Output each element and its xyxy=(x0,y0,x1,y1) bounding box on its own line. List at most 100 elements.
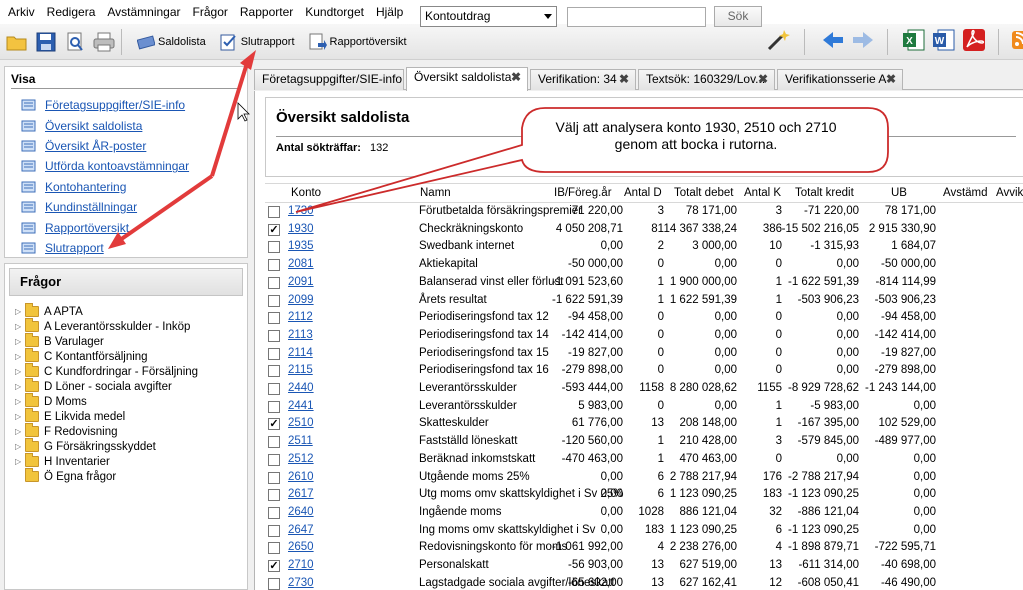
table-row[interactable]: 2091 Balanserad vinst eller förlust -1 091… xyxy=(265,274,1023,292)
tree-item[interactable]: ▷ E Likvida medel xyxy=(5,408,247,424)
column-header[interactable]: Konto xyxy=(291,187,321,199)
menu-item-0[interactable]: Arkiv xyxy=(4,5,43,19)
table-row[interactable]: 2610 Utgående moms 25% 0,00 6 2 788 217,94 17… xyxy=(265,469,1023,487)
tab-oversikt-saldolista[interactable]: Översikt saldolista ✖ xyxy=(406,67,528,91)
row-checkbox[interactable] xyxy=(268,400,280,413)
tab-verifikation[interactable]: Verifikation: 34 ✖ xyxy=(530,69,636,90)
table-row[interactable]: ✓ 2510 Skatteskulder 61 776,00 13 208 148,00 1… xyxy=(265,415,1023,433)
row-checkbox[interactable] xyxy=(268,206,280,218)
column-header[interactable]: IB/Föreg.år xyxy=(554,187,612,199)
pdf-icon[interactable] xyxy=(962,28,986,55)
rapportoversikt-button[interactable]: Rapportöversikt xyxy=(305,29,411,55)
menu-item-3[interactable]: Frågor xyxy=(189,5,236,19)
tree-item[interactable]: ▷ G Försäkringsskyddet xyxy=(5,438,247,454)
cell-konto[interactable]: 2710 xyxy=(288,559,314,571)
table-row[interactable]: 2099 Årets resultat -1 622 591,39 1 1 622 59… xyxy=(265,292,1023,310)
cell-konto[interactable]: 2081 xyxy=(288,258,314,270)
visa-link[interactable]: Översikt saldolista xyxy=(45,119,142,133)
cell-konto[interactable]: 2440 xyxy=(288,382,314,394)
column-header[interactable]: UB xyxy=(891,187,907,199)
table-row[interactable]: 2440 Leverantörsskulder -593 444,00 1158 8 2… xyxy=(265,380,1023,398)
row-checkbox[interactable] xyxy=(268,471,280,484)
row-checkbox[interactable] xyxy=(268,241,280,254)
expand-icon[interactable]: ▷ xyxy=(15,337,25,346)
cell-konto[interactable]: 2115 xyxy=(288,364,313,376)
row-checkbox[interactable] xyxy=(268,294,280,307)
tree-item[interactable]: ▷ D Moms xyxy=(5,393,247,409)
cell-konto[interactable]: 1930 xyxy=(288,223,314,235)
visa-link[interactable]: Rapportöversikt xyxy=(45,221,129,235)
table-row[interactable]: 2112 Periodiseringsfond tax 12 -94 458,00 0… xyxy=(265,309,1023,327)
column-header[interactable]: Avstämd xyxy=(943,187,988,199)
visa-link[interactable]: Utförda kontoavstämningar xyxy=(45,159,189,173)
table-row[interactable]: 2640 Ingående moms 0,00 1028 886 121,04 32 -88… xyxy=(265,504,1023,522)
visa-item-4[interactable]: Kontohantering xyxy=(5,177,247,197)
open-folder-icon[interactable] xyxy=(5,30,29,54)
visa-item-5[interactable]: Kundinställningar xyxy=(5,197,247,217)
row-checkbox[interactable] xyxy=(268,347,280,360)
column-header[interactable]: Namn xyxy=(420,187,451,199)
cell-konto[interactable]: 2114 xyxy=(288,347,313,359)
tree-item[interactable]: ▷ F Redovisning xyxy=(5,423,247,439)
menu-item-6[interactable]: Hjälp xyxy=(372,5,411,19)
visa-item-7[interactable]: Slutrapport xyxy=(5,238,247,258)
table-row[interactable]: 1730 Förutbetalda försäkringspremier 71 22… xyxy=(265,203,1023,221)
row-checkbox[interactable] xyxy=(268,329,280,342)
table-row[interactable]: 2730 Lagstadgade sociala avgifter/löneska… xyxy=(265,575,1023,590)
row-checkbox[interactable] xyxy=(268,524,280,537)
expand-icon[interactable]: ▷ xyxy=(15,412,25,421)
save-icon[interactable] xyxy=(34,30,58,54)
column-header[interactable]: Totalt kredit xyxy=(795,187,854,199)
row-checkbox[interactable] xyxy=(268,383,280,395)
close-icon[interactable]: ✖ xyxy=(886,70,896,89)
cell-konto[interactable]: 2647 xyxy=(288,524,314,536)
column-header[interactable]: Antal D xyxy=(624,187,662,199)
row-checkbox[interactable] xyxy=(268,542,280,555)
cell-konto[interactable]: 2511 xyxy=(288,435,313,447)
row-checkbox[interactable] xyxy=(268,577,280,590)
column-header[interactable]: Antal K xyxy=(744,187,781,199)
menu-item-1[interactable]: Redigera xyxy=(43,5,104,19)
table-row[interactable]: 2617 Utg moms omv skattskyldighet i Sv 25… xyxy=(265,486,1023,504)
cell-konto[interactable]: 2113 xyxy=(288,329,313,341)
cell-konto[interactable]: 2441 xyxy=(288,400,314,412)
row-checkbox[interactable] xyxy=(268,259,280,272)
table-row[interactable]: 2511 Fastställd löneskatt -120 560,00 1 210 … xyxy=(265,433,1023,451)
row-checkbox[interactable]: ✓ xyxy=(268,223,280,236)
table-row[interactable]: ✓ 1930 Checkräkningskonto 4 050 208,71 81 14 … xyxy=(265,221,1023,239)
visa-link[interactable]: Kundinställningar xyxy=(45,200,137,214)
expand-icon[interactable]: ▷ xyxy=(15,427,25,436)
visa-item-1[interactable]: Översikt saldolista xyxy=(5,115,247,135)
table-row[interactable]: ✓ 2710 Personalskatt -56 903,00 13 627 519,00… xyxy=(265,557,1023,575)
tree-item[interactable]: ▷ C Kundfordringar - Försäljning xyxy=(5,363,247,379)
tree-item[interactable]: ▷ C Kontantförsäljning xyxy=(5,348,247,364)
slutrapport-button[interactable]: Slutrapport xyxy=(216,29,299,55)
expand-icon[interactable]: ▷ xyxy=(15,322,25,331)
column-header[interactable]: Totalt debet xyxy=(674,187,733,199)
cell-konto[interactable]: 2112 xyxy=(288,311,313,323)
tab-verifikationsserie[interactable]: Verifikationsserie A ✖ xyxy=(777,69,903,90)
print-preview-icon[interactable] xyxy=(63,30,87,54)
close-icon[interactable]: ✖ xyxy=(511,68,521,87)
report-select[interactable]: Kontoutdrag xyxy=(420,6,557,27)
expand-icon[interactable]: ▷ xyxy=(15,442,25,451)
table-row[interactable]: 2113 Periodiseringsfond tax 14 -142 414,00… xyxy=(265,327,1023,345)
cell-konto[interactable]: 2091 xyxy=(288,276,314,288)
visa-link[interactable]: Företagsuppgifter/SIE-info xyxy=(45,98,185,112)
cell-konto[interactable]: 2512 xyxy=(288,453,314,465)
close-icon[interactable]: ✖ xyxy=(619,70,629,89)
row-checkbox[interactable] xyxy=(268,506,280,519)
cell-konto[interactable]: 2730 xyxy=(288,577,314,589)
menu-item-5[interactable]: Kundtorget xyxy=(301,5,372,19)
menu-item-2[interactable]: Avstämningar xyxy=(103,5,188,19)
table-row[interactable]: 2647 Ing moms omv skattskyldighet i Sv 0,0… xyxy=(265,522,1023,540)
row-checkbox[interactable]: ✓ xyxy=(268,418,280,431)
expand-icon[interactable]: ▷ xyxy=(15,382,25,391)
excel-icon[interactable]: X xyxy=(902,28,926,55)
row-checkbox[interactable] xyxy=(268,312,280,325)
tree-item[interactable]: Ö Egna frågor xyxy=(5,468,247,484)
table-row[interactable]: 1935 Swedbank internet 0,00 2 3 000,00 10 -1 3… xyxy=(265,238,1023,256)
cell-konto[interactable]: 2510 xyxy=(288,417,314,429)
table-row[interactable]: 2441 Leverantörsskulder 5 983,00 0 0,00 1 -5 9… xyxy=(265,398,1023,416)
cell-konto[interactable]: 2617 xyxy=(288,488,314,500)
